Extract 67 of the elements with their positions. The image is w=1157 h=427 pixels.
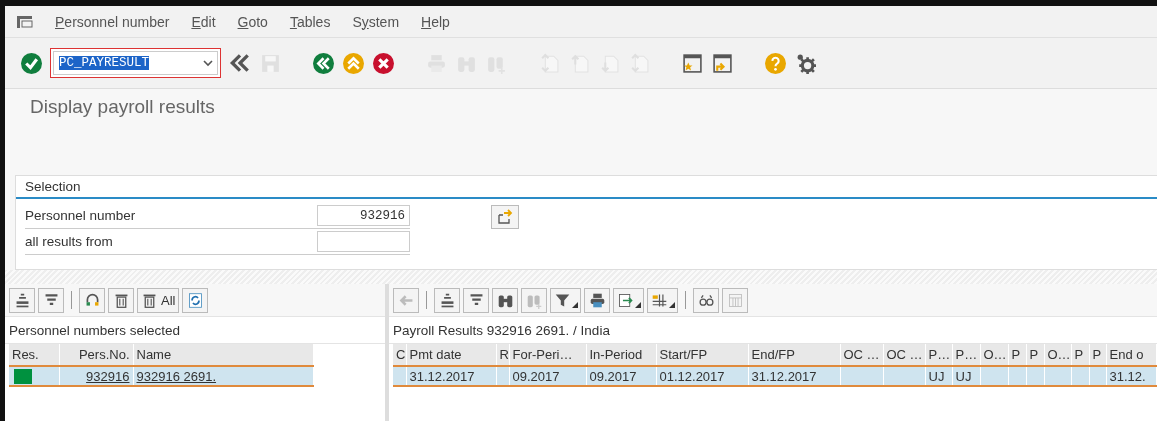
print-icon <box>588 291 606 309</box>
menu-item[interactable]: Personnel number <box>55 13 170 30</box>
input-field[interactable]: 932916 <box>317 205 410 226</box>
column-header[interactable]: End/FP <box>748 344 840 366</box>
menu-item[interactable]: Goto <box>237 13 268 30</box>
column-header[interactable]: O… <box>980 344 1008 366</box>
table-cell: UJ <box>952 366 980 386</box>
input-field[interactable] <box>317 231 410 252</box>
dropdown-icon[interactable] <box>203 59 213 67</box>
column-header[interactable]: In-Period <box>586 344 656 366</box>
column-header[interactable]: Pers.No. <box>59 344 133 366</box>
sort-descending-button[interactable] <box>38 287 64 313</box>
menu-item[interactable]: Tables <box>289 13 331 30</box>
section-title: Selection <box>16 176 1157 199</box>
sort-descending-button[interactable] <box>463 287 489 313</box>
column-header[interactable]: Start/FP <box>656 344 748 366</box>
settings-icon[interactable] <box>795 52 816 74</box>
field-label: Personnel number <box>25 208 137 223</box>
table-cell: 01.12.2017 <box>656 366 748 386</box>
table-cell: 31.12.2017 <box>748 366 840 386</box>
layout-button[interactable] <box>647 287 678 313</box>
column-header[interactable]: End o <box>1106 344 1156 366</box>
print-button[interactable] <box>584 287 610 313</box>
multiple-selection-button[interactable] <box>491 205 519 229</box>
menu-item[interactable]: System <box>352 13 400 30</box>
column-header[interactable]: P… <box>952 344 980 366</box>
filter-button[interactable] <box>550 287 581 313</box>
double-chevron-icon[interactable] <box>229 52 251 74</box>
back-icon[interactable] <box>313 52 334 74</box>
trash-button[interactable]: All <box>137 287 180 313</box>
page-title: Display payroll results <box>30 95 216 119</box>
column-header[interactable]: For-Peri… <box>509 344 586 366</box>
refresh-button[interactable] <box>182 287 209 313</box>
column-header[interactable]: Res. <box>9 344 59 366</box>
command-field[interactable]: PC_PAYRESULT <box>53 51 218 75</box>
column-header[interactable]: Pmt date <box>406 344 496 366</box>
column-header[interactable]: OC … <box>840 344 883 366</box>
cancel-icon[interactable] <box>373 52 394 74</box>
column-header[interactable]: O… <box>1044 344 1071 366</box>
check-icon[interactable] <box>21 52 42 74</box>
table-cell: UJ <box>925 366 952 386</box>
column-header[interactable]: C <box>393 344 406 366</box>
new-window-icon[interactable] <box>682 52 703 74</box>
table-cell: 31.12. <box>1106 366 1156 386</box>
table-cell: 09.2017 <box>586 366 656 386</box>
export-icon <box>617 291 634 309</box>
shortcut-icon[interactable] <box>712 52 733 74</box>
column-header[interactable]: P… <box>925 344 952 366</box>
table-icon <box>726 291 744 309</box>
menu-item[interactable]: Help <box>421 13 450 30</box>
glasses-button[interactable] <box>693 287 719 313</box>
trash-button[interactable] <box>108 287 134 313</box>
column-header[interactable]: Name <box>133 344 313 366</box>
sort-ascending-button[interactable] <box>9 287 35 313</box>
find-button[interactable] <box>492 287 518 313</box>
export-button[interactable] <box>613 287 644 313</box>
field-label: all results from <box>25 234 114 249</box>
menu-item[interactable]: Edit <box>191 13 216 30</box>
table-cell: 31.12.2017 <box>406 366 496 386</box>
table-cell: 09.2017 <box>509 366 586 386</box>
menu-icon[interactable] <box>17 14 33 29</box>
table-row[interactable]: 31.12.2017 09.2017 09.2017 01.12.2017 31.12.2017 UJ UJ 31.12. <box>393 366 1156 386</box>
export-arrow-icon <box>497 209 513 225</box>
column-header[interactable]: OC … <box>883 344 925 366</box>
sort-ascending-button[interactable] <box>434 287 460 313</box>
link-button[interactable] <box>79 287 105 313</box>
refresh-icon <box>186 291 204 309</box>
